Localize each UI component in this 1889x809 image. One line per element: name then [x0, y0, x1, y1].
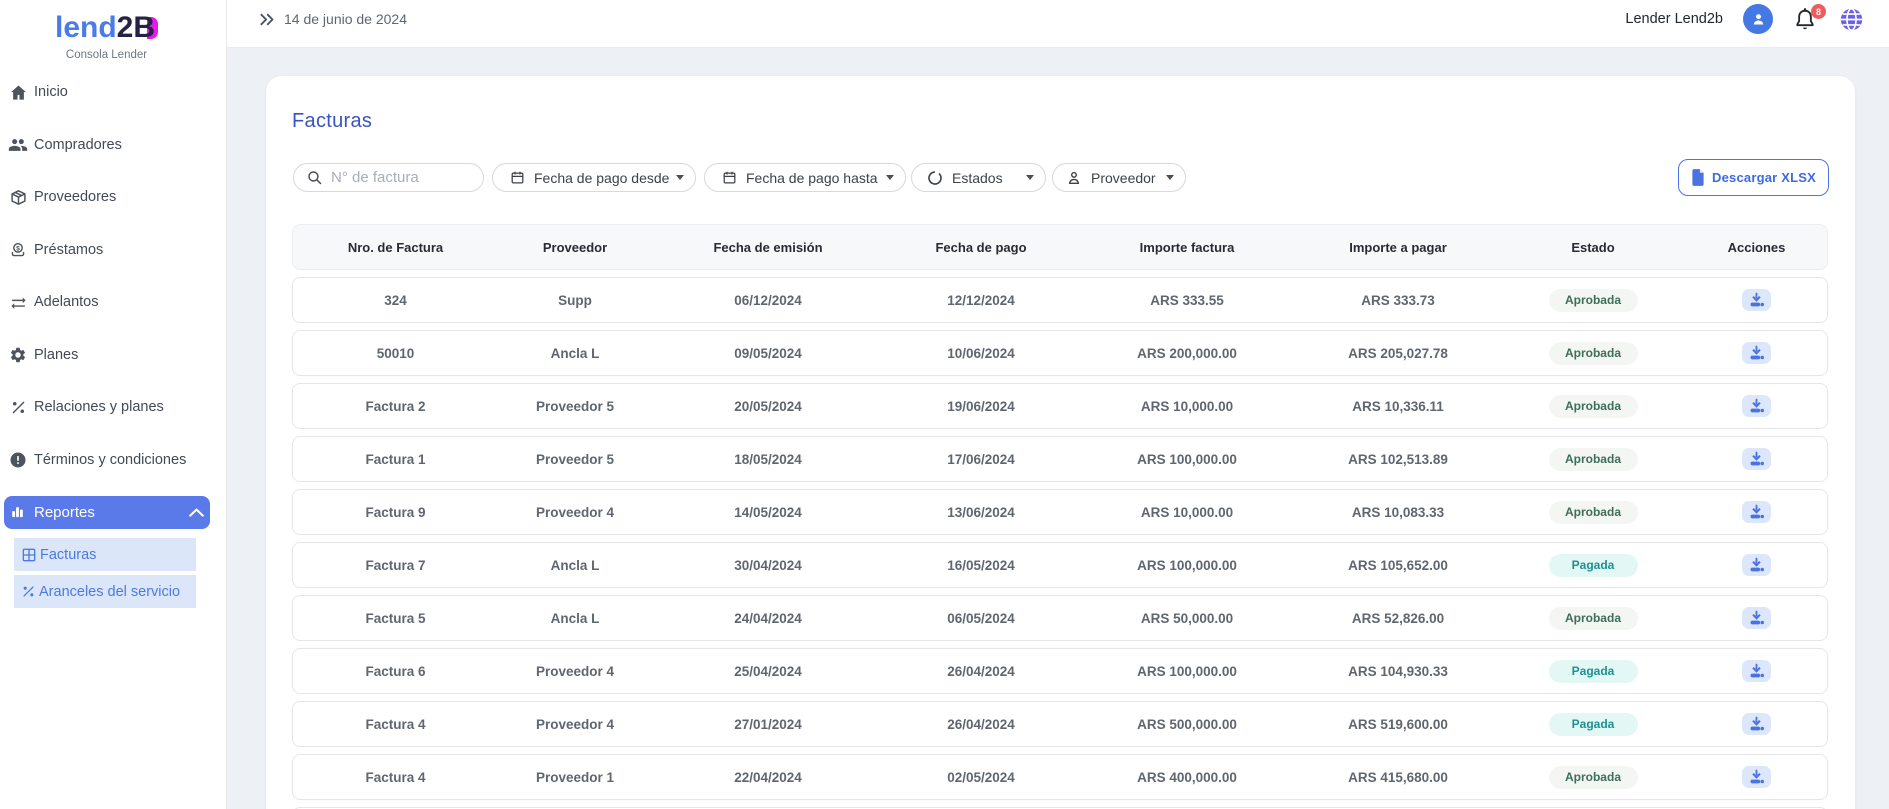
svg-text:$: $ — [16, 245, 20, 252]
